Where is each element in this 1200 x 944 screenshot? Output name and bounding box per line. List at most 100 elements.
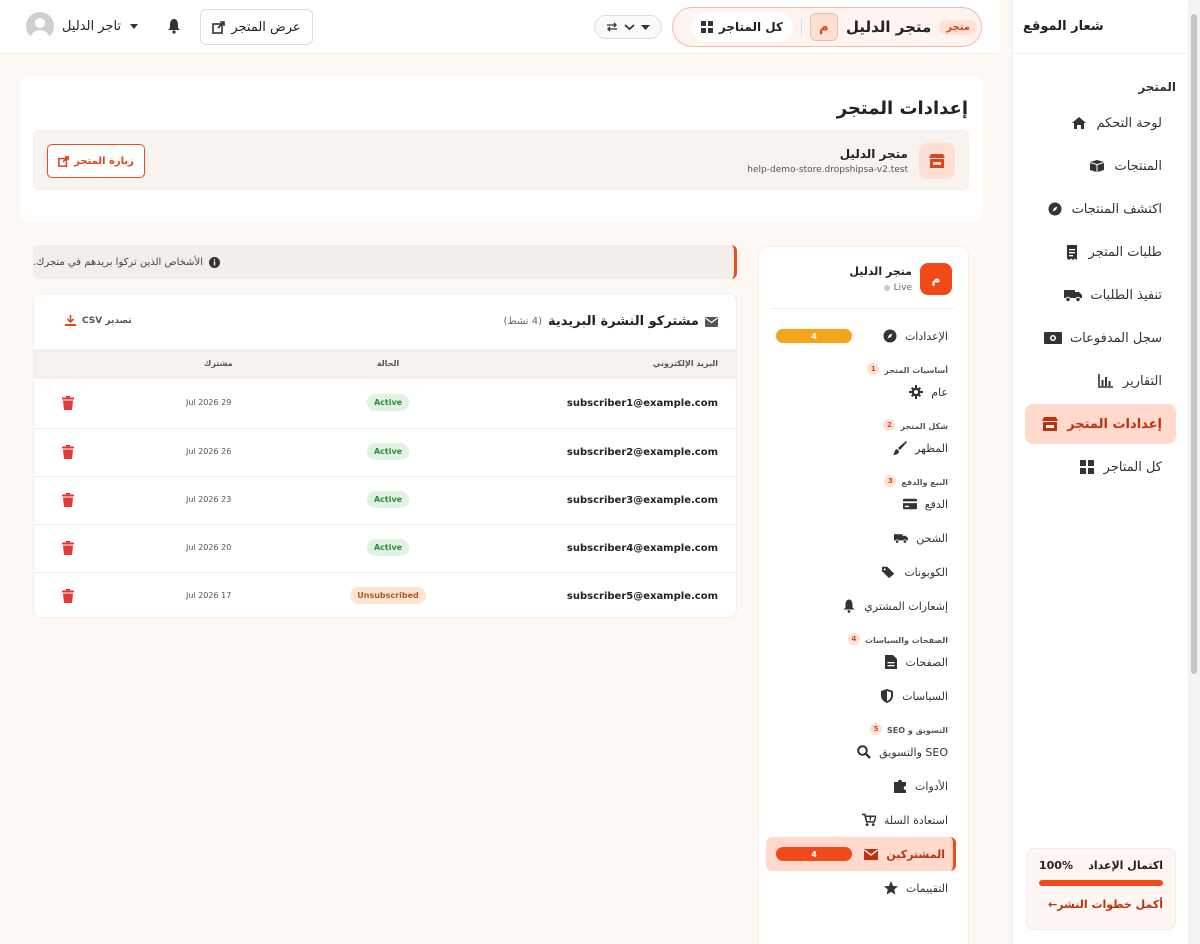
store-switcher[interactable]: متجر متجر الدليل م كل المتاجر — [672, 7, 982, 47]
external-link-icon — [212, 20, 226, 34]
settings-item-cart[interactable]: استعادة السلة — [766, 803, 956, 837]
scrollbar-thumb[interactable] — [1191, 14, 1197, 674]
settings-item-search[interactable]: SEO والتسويق — [766, 735, 956, 769]
setup-progress-bar — [1039, 880, 1163, 886]
trash-icon[interactable] — [62, 541, 74, 555]
status-cell: Active — [346, 443, 430, 460]
download-icon — [65, 315, 76, 326]
visit-store-button[interactable]: زيارة المتجر — [47, 144, 145, 178]
sidebar-item-truck[interactable]: تنفيذ الطلبات — [1025, 275, 1176, 315]
info-text: الأشخاص الذين تركوا بريدهم في متجرك. — [33, 256, 203, 268]
page-scrollbar[interactable] — [1188, 0, 1200, 944]
logo-text: شعار الموقع — [1023, 19, 1104, 34]
trash-icon[interactable] — [62, 589, 74, 603]
settings-item-label: إشعارات المشتري — [864, 599, 948, 613]
settings-item-label: الأدوات — [915, 779, 948, 793]
status-badge: Active — [366, 443, 410, 460]
status-badge: Active — [366, 491, 410, 508]
settings-item-star[interactable]: التقييمات 4 — [766, 329, 956, 905]
store-avatar: م — [809, 13, 838, 41]
setup-percent: 100% — [1039, 859, 1073, 872]
bell-icon — [842, 599, 856, 613]
view-store-button[interactable]: عرض المتجر — [200, 9, 313, 45]
gear-icon — [909, 385, 924, 399]
visit-store-label: زيارة المتجر — [74, 155, 134, 167]
table-body: subscriber1@example.com Active 29 Jul 2026… — [34, 380, 736, 617]
settings-group-heading: 1 أساسيات المتجر — [766, 353, 956, 375]
setup-progress-card: اكتمال الإعداد 100% أكمل خطوات النشر← — [1026, 848, 1176, 930]
settings-item-puzzle[interactable]: الأدوات — [766, 769, 956, 803]
sidebar-item-receipt[interactable]: طلبات المتجر — [1025, 232, 1176, 272]
settings-nav: م متجر الدليل Live الإعدادات 1 أساسيات الم… — [758, 246, 969, 944]
sidebar-item-label: سجل المدفوعات — [1069, 330, 1162, 346]
home-icon — [1070, 114, 1088, 132]
star-icon — [884, 881, 898, 895]
status-cell: Active — [346, 491, 430, 508]
subscribers-card: مشتركو النشرة البريدية (4 نشط) تصدير CSV… — [33, 293, 737, 618]
sidebar-item-grid[interactable]: كل المتاجر — [1025, 447, 1176, 487]
puzzle-icon — [893, 779, 907, 793]
trash-icon[interactable] — [62, 493, 74, 507]
sidebar-item-label: كل المتاجر — [1103, 459, 1162, 475]
status-cell: Active — [346, 539, 430, 556]
sidebar-item-label: اكتشف المنتجات — [1071, 201, 1162, 217]
subscribers-title: مشتركو النشرة البريدية — [548, 314, 699, 329]
table-header: البريد الإلكتروني الحالة مشترك — [34, 349, 736, 379]
sidebar-item-compass[interactable]: اكتشف المنتجات — [1025, 189, 1176, 229]
grid-icon — [1078, 458, 1096, 476]
caret-down-icon — [129, 21, 139, 31]
all-stores-button[interactable]: كل المتاجر — [690, 12, 793, 42]
subscribers-header: مشتركو النشرة البريدية (4 نشط) — [503, 314, 718, 329]
sidebar-item-money[interactable]: سجل المدفوعات — [1025, 318, 1176, 358]
status-cell: Unsubscribed — [346, 587, 430, 604]
credit-card-icon — [902, 497, 917, 511]
group-label: البيع والدفع — [901, 478, 948, 487]
settings-item-tags[interactable]: الكوبونات — [766, 555, 956, 589]
subscribed-date: 17 Jul 2026 — [186, 591, 232, 600]
main-nav: لوحة التحكم المنتجات اكتشف المنتجات طلبات ا… — [1013, 94, 1188, 487]
settings-item-label: الإعدادات — [904, 329, 948, 343]
page-header-card: إعدادات المتجر متجر الدليل help-demo-sto… — [20, 76, 982, 222]
truck-icon — [894, 531, 909, 545]
settings-item-label: عام — [931, 385, 948, 399]
nav-section-title: المتجر — [1138, 80, 1176, 94]
settings-item-credit-card[interactable]: الدفع — [766, 487, 956, 521]
settings-item-label: التقييمات — [906, 881, 948, 895]
settings-item-brush[interactable]: المظهر — [766, 431, 956, 465]
complete-steps-link[interactable]: أكمل خطوات النشر← — [1039, 898, 1163, 911]
settings-item-label: المشتركين — [886, 847, 945, 861]
bell-icon[interactable] — [167, 18, 181, 34]
shield-icon — [880, 689, 894, 703]
step-number: 1 — [867, 363, 880, 375]
settings-item-bell[interactable]: إشعارات المشتري — [766, 589, 956, 623]
count-badge: 4 — [776, 329, 852, 343]
store-quick-select[interactable] — [594, 15, 662, 39]
swap-icon — [606, 22, 618, 32]
sidebar-item-store[interactable]: إعدادات المتجر — [1025, 404, 1176, 444]
trash-icon[interactable] — [62, 396, 74, 410]
settings-item-file[interactable]: الصفحات — [766, 645, 956, 679]
settings-item-label: استعادة السلة — [883, 813, 948, 827]
column-subscribed: مشترك — [204, 359, 233, 368]
settings-item-truck[interactable]: الشحن — [766, 521, 956, 555]
page-title: إعدادات المتجر — [836, 98, 968, 119]
store-name: متجر الدليل — [839, 147, 908, 161]
step-number: 5 — [870, 723, 883, 735]
settings-item-shield[interactable]: السياسات — [766, 679, 956, 713]
user-menu[interactable]: تاجر الدليل — [26, 12, 139, 40]
subscribed-date: 26 Jul 2026 — [186, 447, 232, 456]
table-row: subscriber4@example.com Active 20 Jul 2026 — [34, 524, 736, 572]
sidebar-item-box[interactable]: المنتجات — [1025, 146, 1176, 186]
store-avatar: م — [920, 263, 952, 295]
export-csv-button[interactable]: تصدير CSV — [65, 315, 132, 326]
sidebar-item-home[interactable]: لوحة التحكم — [1025, 103, 1176, 143]
sidebar-item-chart[interactable]: التقارير — [1025, 361, 1176, 401]
settings-item-envelope[interactable]: المشتركين 4 — [766, 837, 956, 871]
external-link-icon — [58, 155, 70, 167]
column-status: الحالة — [376, 359, 400, 368]
site-logo[interactable]: شعار الموقع — [1013, 0, 1188, 54]
settings-item-gear[interactable]: عام — [766, 375, 956, 409]
table-row: subscriber2@example.com Active 26 Jul 2026 — [34, 428, 736, 476]
settings-group-heading: 4 الصفحات والسياسات — [766, 623, 956, 645]
trash-icon[interactable] — [62, 445, 74, 459]
